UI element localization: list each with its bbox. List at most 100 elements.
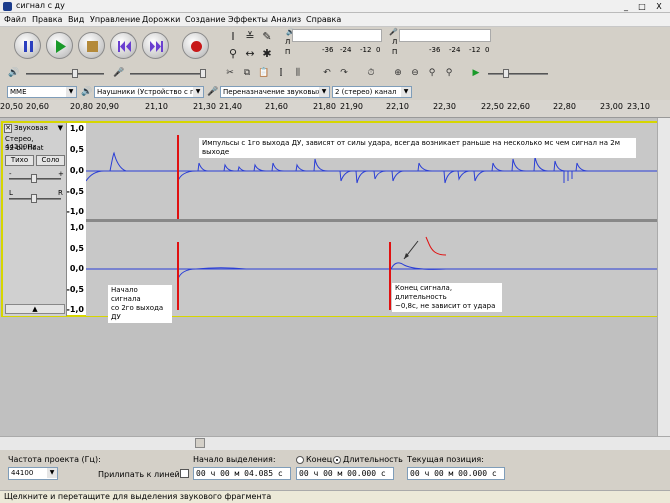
menu-file[interactable]: Файл [4, 15, 26, 24]
mic-icon: 🎤 [113, 68, 125, 78]
project-rate-select[interactable]: 44100 ▼ [8, 467, 58, 480]
redo-icon[interactable]: ↷ [337, 66, 351, 80]
collapse-track-button[interactable]: ▲ [5, 304, 65, 314]
length-radio[interactable] [333, 456, 341, 464]
track-info-format: 32-bit float [5, 144, 44, 152]
channels-select[interactable]: 2 (стерео) канал ▼ [332, 86, 412, 98]
horizontal-scrollbar[interactable] [0, 436, 670, 450]
skip-end-button[interactable] [142, 32, 169, 59]
record-volume-thumb[interactable] [200, 69, 206, 78]
playback-volume-slider[interactable] [26, 73, 104, 75]
play-at-speed-icon[interactable]: ▶ [469, 66, 483, 80]
track-close-button[interactable]: ✕ [4, 124, 12, 133]
maximize-button[interactable]: □ [635, 1, 649, 12]
trim-icon[interactable]: ⫿ [274, 66, 288, 80]
track-control-panel: ✕ Звуковая ▼ Стерео, 44100Hz 32-bit float… [3, 123, 67, 316]
microphone-icon: 🎤 [207, 87, 219, 97]
record-volume-slider[interactable] [130, 73, 206, 75]
fit-project-icon[interactable]: ⚲ [442, 66, 456, 80]
close-button[interactable]: X [652, 1, 666, 12]
playback-meter-l[interactable] [292, 29, 382, 42]
track-gain-thumb[interactable] [31, 174, 37, 183]
sync-lock-icon[interactable]: ⏱ [364, 66, 378, 80]
playback-volume-thumb[interactable] [72, 69, 78, 78]
waveform-right-channel [86, 236, 657, 280]
end-label: Конец [306, 455, 333, 464]
menu-analyze[interactable]: Анализ [271, 15, 301, 24]
envelope-tool-icon[interactable]: ≚ [243, 30, 257, 44]
skip-start-button[interactable] [110, 32, 137, 59]
host-select[interactable]: MME ▼ [7, 86, 77, 98]
speaker-icon: 🔊 [81, 87, 93, 97]
menu-effects[interactable]: Эффекты [228, 15, 268, 24]
end-radio[interactable] [296, 456, 304, 464]
copy-icon[interactable]: ⧉ [240, 66, 254, 80]
pan-left-label: L [9, 189, 13, 197]
snap-checkbox[interactable] [180, 469, 189, 478]
fit-selection-icon[interactable]: ⚲ [425, 66, 439, 80]
mute-button[interactable]: Тихо [5, 155, 34, 166]
axis-bot-0: 0,0 [69, 264, 84, 273]
window-title: сигнал с ду [16, 1, 65, 10]
multi-tool-icon[interactable]: ✱ [260, 47, 274, 61]
ruler-tick: 22,10 [386, 102, 409, 111]
selection-tool-icon[interactable]: I [226, 30, 240, 44]
app-icon [3, 2, 12, 11]
horizontal-scroll-thumb[interactable] [195, 438, 205, 448]
snap-label: Прилипать к линейке [98, 470, 190, 479]
playback-meter-scale: -36 -24 -12 0 [322, 46, 381, 54]
ruler-tick: 20,50 [0, 102, 23, 111]
project-rate-label: Частота проекта (Гц): [8, 455, 101, 464]
meter-rec-icon: 🎤 [389, 28, 398, 36]
stop-button[interactable] [78, 32, 105, 59]
undo-icon[interactable]: ↶ [320, 66, 334, 80]
waveform-area[interactable]: Импульсы с 1го выхода ДУ, зависят от сил… [86, 123, 657, 323]
audio-position-field[interactable]: 00 ч 00 м 00.000 с [407, 467, 505, 480]
axis-top-m1: -1,0 [66, 207, 85, 216]
timeshift-tool-icon[interactable]: ↔ [243, 47, 257, 61]
length-label: Длительность [343, 455, 403, 464]
ruler-tick: 23,10 [627, 102, 650, 111]
zoom-out-icon[interactable]: ⊖ [408, 66, 422, 80]
ruler-tick: 21,10 [145, 102, 168, 111]
play-speed-thumb[interactable] [503, 69, 509, 78]
axis-bot-m1: -1,0 [66, 305, 85, 314]
axis-top-m05: -0,5 [66, 187, 85, 196]
paste-icon[interactable]: 📋 [257, 66, 271, 80]
play-meter-r: П [285, 48, 291, 56]
record-meter-l[interactable] [399, 29, 491, 42]
zoom-in-icon[interactable]: ⊕ [391, 66, 405, 80]
menu-edit[interactable]: Правка [32, 15, 62, 24]
status-text: Щелкните и перетащите для выделения звук… [4, 492, 272, 501]
record-button[interactable] [182, 32, 209, 59]
annotation-top: Импульсы с 1го выхода ДУ, зависят от сил… [199, 138, 636, 158]
annotation-end: Конец сигнала, длительность ~0,8с, не зав… [392, 283, 502, 312]
pause-button[interactable] [14, 32, 41, 59]
selection-start-label: Начало выделения: [193, 455, 276, 464]
play-speed-slider[interactable] [488, 73, 548, 75]
menu-view[interactable]: Вид [68, 15, 84, 24]
menu-help[interactable]: Справка [306, 15, 341, 24]
ruler-tick: 21,60 [265, 102, 288, 111]
marker-top-start [177, 135, 179, 219]
axis-bot-05: 0,5 [69, 244, 84, 253]
output-device-select[interactable]: Наушники (Устройство с под ▼ [94, 86, 204, 98]
menu-generate[interactable]: Создание [185, 15, 226, 24]
minimize-button[interactable]: _ [619, 1, 633, 12]
selection-length-field[interactable]: 00 ч 00 м 00.000 с [296, 467, 394, 480]
vertical-scrollbar[interactable] [657, 118, 670, 436]
track-pan-thumb[interactable] [31, 194, 37, 203]
cut-icon[interactable]: ✂ [223, 66, 237, 80]
menu-tracks[interactable]: Дорожки [142, 15, 180, 24]
status-bar: Щелкните и перетащите для выделения звук… [0, 490, 670, 503]
selection-start-field[interactable]: 00 ч 00 м 04.085 с [193, 467, 291, 480]
track-name-menu[interactable]: Звуковая ▼ [14, 124, 64, 133]
solo-button[interactable]: Соло [36, 155, 65, 166]
silence-icon[interactable]: ⫼ [291, 66, 305, 80]
play-button[interactable] [46, 32, 73, 59]
zoom-tool-icon[interactable]: ⚲ [226, 47, 240, 61]
gain-minus-label: - [9, 170, 12, 178]
input-device-select[interactable]: Переназначение звуковых у ▼ [220, 86, 330, 98]
menu-transport[interactable]: Управление [90, 15, 140, 24]
draw-tool-icon[interactable]: ✎ [260, 30, 274, 44]
